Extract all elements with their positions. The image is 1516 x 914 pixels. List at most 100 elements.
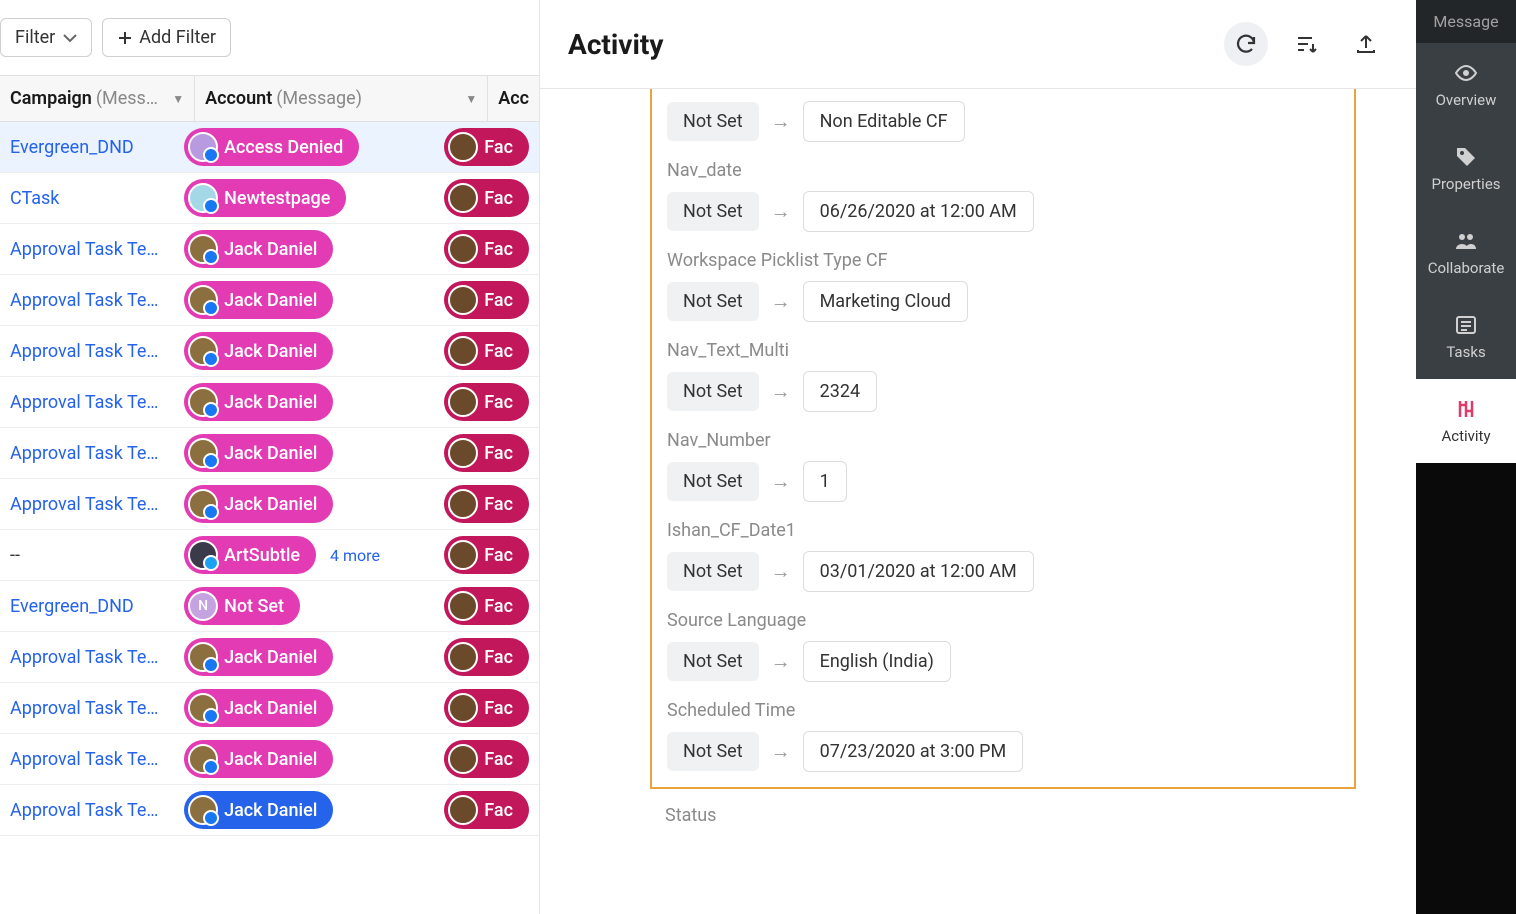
rail-item-overview[interactable]: Overview — [1416, 43, 1516, 127]
sort-button[interactable] — [1284, 22, 1328, 66]
campaign-link[interactable]: Evergreen_DND — [0, 137, 174, 158]
rail-item-collaborate[interactable]: Collaborate — [1416, 211, 1516, 295]
table-row[interactable]: Approval Task Testw Jack Daniel Fac — [0, 683, 539, 734]
acc2-pill[interactable]: Fac — [444, 791, 529, 829]
table-body[interactable]: Evergreen_DND Access Denied Fac CTask Newtes… — [0, 122, 539, 914]
acc2-pill[interactable]: Fac — [444, 434, 529, 472]
acc2-label: Fac — [484, 137, 513, 158]
table-row[interactable]: Evergreen_DND NNot Set Fac — [0, 581, 539, 632]
campaign-link[interactable]: Approval Task Testw — [0, 341, 174, 362]
account-pill[interactable]: Jack Daniel — [184, 230, 333, 268]
acc2-label: Fac — [484, 749, 513, 770]
add-filter-button[interactable]: Add Filter — [102, 18, 231, 57]
column-campaign-label: Campaign — [10, 88, 92, 109]
table-row[interactable]: Approval Task Testw Jack Daniel Fac — [0, 224, 539, 275]
campaign-link[interactable]: Approval Task Testw — [0, 443, 174, 464]
avatar — [448, 642, 478, 672]
acc2-label: Fac — [484, 596, 513, 617]
acc2-pill[interactable]: Fac — [444, 281, 529, 319]
column-acc2[interactable]: Acc — [488, 76, 539, 121]
account-pill[interactable]: Jack Daniel — [184, 281, 333, 319]
acc2-pill[interactable]: Fac — [444, 536, 529, 574]
campaign-link[interactable]: Approval Task Testw — [0, 800, 174, 821]
account-pill[interactable]: Jack Daniel — [184, 332, 333, 370]
acc2-pill[interactable]: Fac — [444, 689, 529, 727]
acc2-pill[interactable]: Fac — [444, 179, 529, 217]
rail-top-label[interactable]: Message — [1416, 0, 1516, 43]
account-pill[interactable]: NNot Set — [184, 587, 300, 625]
campaign-link[interactable]: Evergreen_DND — [0, 596, 174, 617]
avatar — [448, 489, 478, 519]
avatar — [188, 795, 218, 825]
acc2-label: Fac — [484, 545, 513, 566]
account-pill[interactable]: Jack Daniel — [184, 383, 333, 421]
column-account[interactable]: Account (Message) ▼ — [195, 76, 488, 121]
account-pill[interactable]: ArtSubtle — [184, 536, 316, 574]
table-row[interactable]: Approval Task Testw Jack Daniel Fac — [0, 479, 539, 530]
table-row[interactable]: Approval Task Testw Jack Daniel Fac — [0, 734, 539, 785]
table-row[interactable]: Evergreen_DND Access Denied Fac — [0, 122, 539, 173]
table-row[interactable]: -- ArtSubtle 4 more Fac — [0, 530, 539, 581]
export-button[interactable] — [1344, 22, 1388, 66]
more-link[interactable]: 4 more — [330, 546, 380, 565]
campaign-link[interactable]: Approval Task Testw — [0, 494, 174, 515]
plus-icon — [117, 30, 133, 46]
filter-button[interactable]: Filter — [0, 18, 92, 57]
rail-item-properties[interactable]: Properties — [1416, 127, 1516, 211]
account-name: Jack Daniel — [224, 647, 317, 668]
change-field-label: Workspace Picklist Type CF — [667, 250, 1339, 271]
campaign-link[interactable]: Approval Task Testw — [0, 290, 174, 311]
campaign-link[interactable]: Approval Task Testw — [0, 392, 174, 413]
rail-item-label: Collaborate — [1428, 259, 1505, 277]
table-row[interactable]: Approval Task Testw Jack Daniel Fac — [0, 275, 539, 326]
acc2-pill[interactable]: Fac — [444, 230, 529, 268]
acc2-pill[interactable]: Fac — [444, 740, 529, 778]
acc2-label: Fac — [484, 239, 513, 260]
acc2-pill[interactable]: Fac — [444, 485, 529, 523]
sort-icon — [1295, 33, 1317, 55]
campaign-link[interactable]: Approval Task Testw — [0, 698, 174, 719]
campaign-link[interactable]: CTask — [0, 188, 174, 209]
people-icon — [1454, 229, 1478, 253]
acc2-cell: Fac — [434, 740, 539, 778]
activity-header: Activity — [540, 0, 1416, 89]
table-row[interactable]: CTask Newtestpage Fac — [0, 173, 539, 224]
avatar — [448, 438, 478, 468]
acc2-pill[interactable]: Fac — [444, 332, 529, 370]
rail-item-tasks[interactable]: Tasks — [1416, 295, 1516, 379]
left-table-panel: Filter Add Filter Campaign (Mess… ▼ Acco… — [0, 0, 540, 914]
account-pill[interactable]: Jack Daniel — [184, 485, 333, 523]
table-row[interactable]: Approval Task Testw Jack Daniel Fac — [0, 428, 539, 479]
account-pill[interactable]: Access Denied — [184, 128, 359, 166]
table-row[interactable]: Approval Task Testw Jack Daniel Fac — [0, 377, 539, 428]
account-cell: Jack Daniel — [174, 332, 434, 370]
account-pill[interactable]: Jack Daniel — [184, 638, 333, 676]
acc2-pill[interactable]: Fac — [444, 383, 529, 421]
rail-item-label: Tasks — [1446, 343, 1485, 361]
change-card: Not Set→Non Editable CFNav_dateNot Set→0… — [650, 89, 1356, 789]
column-campaign[interactable]: Campaign (Mess… ▼ — [0, 76, 195, 121]
account-pill[interactable]: Newtestpage — [184, 179, 346, 217]
account-pill[interactable]: Jack Daniel — [184, 791, 333, 829]
account-pill[interactable]: Jack Daniel — [184, 689, 333, 727]
campaign-link[interactable]: Approval Task Testw — [0, 749, 174, 770]
account-pill[interactable]: Jack Daniel — [184, 434, 333, 472]
chevron-down-icon — [63, 33, 77, 43]
campaign-link[interactable]: -- — [0, 545, 174, 566]
acc2-pill[interactable]: Fac — [444, 638, 529, 676]
refresh-button[interactable] — [1224, 22, 1268, 66]
sort-caret-icon[interactable]: ▼ — [172, 92, 184, 106]
campaign-link[interactable]: Approval Task Testw — [0, 647, 174, 668]
change-row: Not Set→1 — [667, 461, 1339, 502]
table-row[interactable]: Approval Task Testw Jack Daniel Fac — [0, 785, 539, 836]
table-row[interactable]: Approval Task Testw Jack Daniel Fac — [0, 632, 539, 683]
rail-item-activity[interactable]: Activity — [1416, 379, 1516, 463]
sort-caret-icon[interactable]: ▼ — [465, 92, 477, 106]
table-row[interactable]: Approval Task Testw Jack Daniel Fac — [0, 326, 539, 377]
acc2-pill[interactable]: Fac — [444, 128, 529, 166]
campaign-link[interactable]: Approval Task Testw — [0, 239, 174, 260]
activity-body[interactable]: Not Set→Non Editable CFNav_dateNot Set→0… — [540, 89, 1416, 914]
acc2-pill[interactable]: Fac — [444, 587, 529, 625]
account-pill[interactable]: Jack Daniel — [184, 740, 333, 778]
new-value: 03/01/2020 at 12:00 AM — [803, 551, 1034, 592]
